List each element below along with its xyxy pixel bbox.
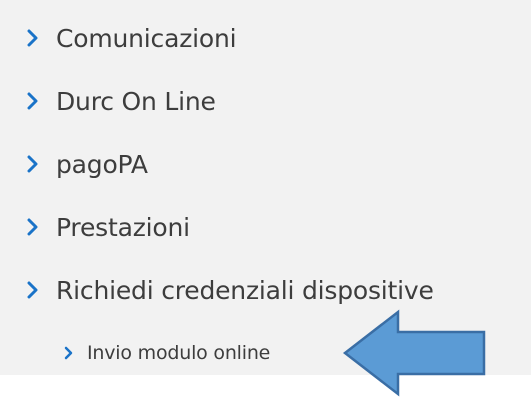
left-arrow-icon <box>342 309 486 397</box>
